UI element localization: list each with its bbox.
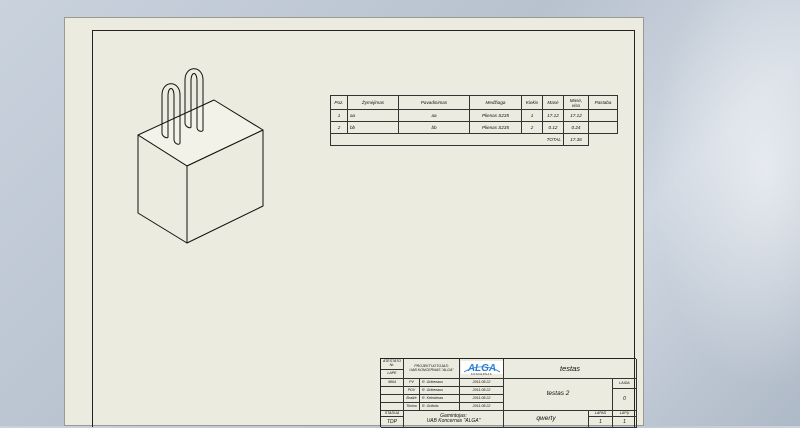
title-block: ATESTATO Nr. LAPE PROJEKTUOTOJAS: UAB KO…	[380, 358, 637, 428]
tb-project-company: UAB KONCERNAS "ALGA"	[409, 367, 454, 372]
bom-cell: aa	[347, 109, 399, 122]
tb-sign-date: 2011.08.22	[460, 403, 504, 411]
bom-cell: bb	[398, 121, 470, 134]
tb-stage-label-2: LAPE	[381, 370, 404, 379]
tb-laida-label: LAIDA	[613, 379, 637, 389]
bom-header-cell: Masė	[542, 95, 564, 110]
bom-cell: Plienas S235	[469, 121, 522, 134]
tb-lapas-value: 1	[589, 417, 613, 428]
bom-cell: 1	[521, 109, 543, 122]
bom-row: 2 bb bb Plienas S235 2 0.12 0.24	[330, 121, 618, 134]
company-logo: ALGA KONCERNAS	[460, 359, 504, 379]
bill-of-materials-table: Poz. Žymėjimas Pavadinimas Medžiaga Kiek…	[330, 95, 618, 146]
bom-total-label: TOTAL	[330, 133, 564, 146]
tb-laida-value: 0	[613, 389, 637, 411]
logo-sub: KONCERNAS	[471, 372, 492, 376]
bom-cell	[588, 121, 618, 134]
tb-sign-date: 2011.08.22	[460, 387, 504, 395]
bom-header-row: Poz. Žymėjimas Pavadinimas Medžiaga Kiek…	[330, 95, 618, 110]
tb-project-cell: PROJEKTUOTOJAS: UAB KONCERNAS "ALGA"	[404, 359, 460, 379]
bom-cell: 2	[521, 121, 543, 134]
drawing-sheet[interactable]: Poz. Žymėjimas Pavadinimas Medžiaga Kiek…	[64, 17, 644, 428]
tb-empty	[381, 403, 404, 411]
bom-cell: 1	[330, 109, 348, 122]
bom-header-cell: Kiekis	[521, 95, 543, 110]
tb-empty	[381, 395, 404, 403]
tb-manufacturer-value: UAB Koncernas "ALGA"	[426, 418, 481, 424]
bom-cell: Plienas S235	[469, 109, 522, 122]
tb-name-primary: testas	[504, 359, 637, 379]
tb-sign-role: PV	[404, 379, 420, 387]
bom-cell: 2	[330, 121, 348, 134]
tb-sign-role: PDV	[404, 387, 420, 395]
logo-swoosh-icon: ALGA	[460, 360, 503, 374]
bom-total-row: TOTAL 17.36	[330, 133, 618, 146]
tb-stadija-value: TDP	[381, 417, 404, 428]
tb-manufacturer-cell: Gamintojas: UAB Koncernas "ALGA"	[404, 411, 504, 428]
tb-sign-name: R. Grižulis	[420, 403, 460, 411]
bom-total-value: 17.36	[563, 133, 589, 146]
bom-cell	[588, 109, 618, 122]
bom-header-cell: Žymėjimas	[347, 95, 399, 110]
bom-header-cell: Medžiaga	[469, 95, 522, 110]
tb-code: qwerty	[504, 411, 589, 428]
tb-sign-no: 9864	[381, 379, 404, 387]
bom-cell: bb	[347, 121, 399, 134]
bom-header-cell: Pastaba	[588, 95, 618, 110]
bom-row: 1 aa aa Plienas S235 1 17.12 17.12	[330, 109, 618, 122]
bom-cell: 0.12	[542, 121, 564, 134]
tb-sign-date: 2011.08.22	[460, 379, 504, 387]
tb-lapu-value: 1	[613, 417, 637, 428]
tb-sign-name: R. Grikenaus	[420, 379, 460, 387]
bom-empty-cell	[588, 133, 618, 146]
bom-cell: aa	[398, 109, 470, 122]
background-glow	[630, 0, 800, 426]
tb-sign-role: Braižė	[404, 395, 420, 403]
bom-header-cell: Masė, viso	[563, 95, 589, 110]
bom-cell: 17.12	[563, 109, 589, 122]
bom-header-cell: Poz.	[330, 95, 348, 110]
bom-header-cell: Pavadinimas	[398, 95, 470, 110]
tb-stage-label: ATESTATO Nr.	[381, 359, 404, 370]
tb-sign-role: Tikrino	[404, 403, 420, 411]
bom-cell: 17.12	[542, 109, 564, 122]
tb-name-secondary: testas 2	[504, 379, 613, 411]
tb-sign-date: 2011.08.22	[460, 395, 504, 403]
tb-sign-name: R. Grikenaus	[420, 387, 460, 395]
bom-cell: 0.24	[563, 121, 589, 134]
tb-empty	[381, 387, 404, 395]
tb-sign-name: R. Kelmičnas	[420, 395, 460, 403]
